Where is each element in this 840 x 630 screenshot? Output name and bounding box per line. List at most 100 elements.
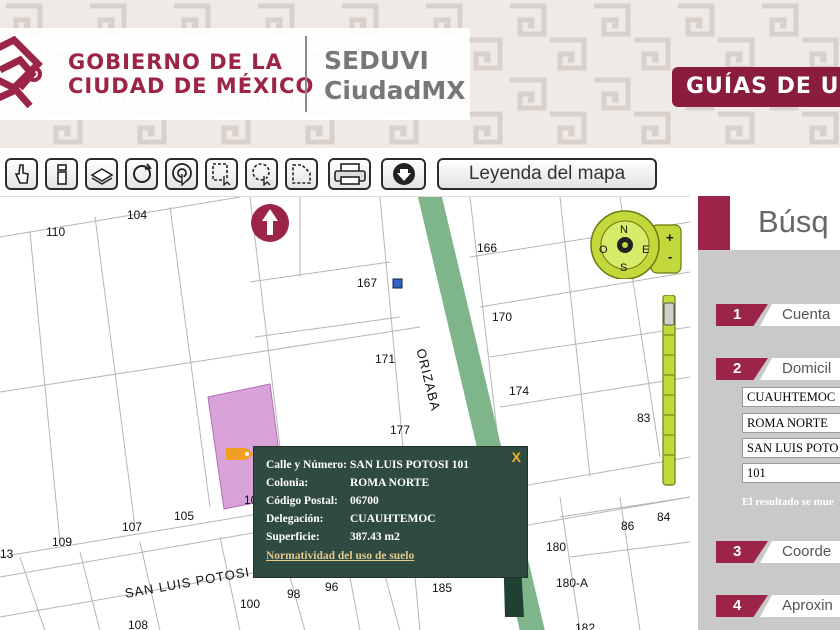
compass-west-button[interactable]: O xyxy=(599,244,608,256)
lot-number: 100 xyxy=(240,597,261,611)
compass-north-button[interactable]: N xyxy=(620,224,628,236)
refresh-tool-button[interactable] xyxy=(125,158,158,190)
search-step-account[interactable]: Cuenta 1 xyxy=(716,304,840,326)
result-note: El resultado se mue xyxy=(742,496,834,508)
lot-number: 107 xyxy=(122,520,143,534)
step-number: 2 xyxy=(716,358,768,380)
location-tag-icon xyxy=(226,448,254,460)
popup-label: Colonia: xyxy=(266,477,309,489)
popup-value: SAN LUIS POTOSI 101 xyxy=(350,459,469,471)
app-root: GOBIERNO DE LA CIUDAD DE MÉXICO SEDUVI C… xyxy=(0,0,840,630)
identify-tool-button[interactable] xyxy=(165,158,198,190)
government-name-line1: GOBIERNO DE LA xyxy=(68,50,283,74)
lot-number: 185 xyxy=(432,581,453,595)
popup-row-colonia: Colonia: ROMA NORTE xyxy=(266,477,429,489)
layers-icon xyxy=(89,168,114,185)
popup-label: Calle y Número: xyxy=(266,459,347,471)
compass-east-button[interactable]: E xyxy=(642,244,649,256)
government-name-line2: CIUDAD DE MÉXICO xyxy=(68,74,315,98)
step-number: 1 xyxy=(716,304,768,326)
step-number: 3 xyxy=(716,541,768,563)
rectangle-select-icon xyxy=(211,163,230,186)
step-label: Coorde xyxy=(760,541,840,563)
target-icon xyxy=(171,163,192,186)
step-label: Aproxin xyxy=(760,595,840,617)
popup-row-address: Calle y Número: SAN LUIS POTOSI 101 xyxy=(266,459,469,471)
zoom-slider-handle xyxy=(663,302,675,326)
lot-number: 109 xyxy=(52,535,73,549)
step-number: 4 xyxy=(716,595,768,617)
north-arrow-icon xyxy=(251,204,289,242)
search-step-coordinates[interactable]: Coorde 3 xyxy=(716,541,840,563)
popup-value: CUAUHTEMOC xyxy=(350,513,436,525)
lot-number: 174 xyxy=(509,384,530,398)
delegacion-field[interactable]: CUAUHTEMOC xyxy=(742,387,840,407)
colonia-field[interactable]: ROMA NORTE xyxy=(742,413,840,433)
site-header: GOBIERNO DE LA CIUDAD DE MÉXICO SEDUVI C… xyxy=(0,0,840,148)
info-icon xyxy=(56,164,67,185)
rectangle-select-tool-button[interactable] xyxy=(205,158,238,190)
popup-value: ROMA NORTE xyxy=(350,477,430,489)
step-label: Domicil xyxy=(760,358,840,380)
map-legend-button[interactable]: Leyenda del mapa xyxy=(437,158,657,190)
lot-number: 108 xyxy=(128,618,149,630)
panel-header-accent xyxy=(698,196,730,250)
lot-number: 84 xyxy=(657,510,671,524)
map-toolbar: Leyenda del mapa xyxy=(0,150,840,196)
panel-title: Búsq xyxy=(758,204,829,239)
polygon-select-tool-button[interactable] xyxy=(285,158,318,190)
popup-value: 387.43 m2 xyxy=(350,531,400,543)
popup-label: Superficie: xyxy=(266,531,320,543)
street-field[interactable]: SAN LUIS POTO xyxy=(742,438,840,458)
agency-name: SEDUVI xyxy=(324,46,429,75)
lot-number: 98 xyxy=(287,587,301,601)
popup-row-postal-code: Código Postal: 06700 xyxy=(266,495,379,507)
hand-pointer-icon xyxy=(14,164,29,184)
lot-number: 13 xyxy=(0,547,14,561)
land-use-regulation-link[interactable]: Normatividad del uso de suelo xyxy=(266,550,414,562)
refresh-icon xyxy=(132,163,152,183)
circle-select-icon xyxy=(251,163,270,186)
search-step-address[interactable]: Domicil 2 xyxy=(716,358,840,380)
search-step-approximate[interactable]: Aproxin 4 xyxy=(716,595,840,617)
info-tool-button[interactable] xyxy=(45,158,78,190)
pan-tool-button[interactable] xyxy=(5,158,38,190)
search-panel: Búsq Cuenta 1 Domicil 2 CUAUHTEMOC ROMA … xyxy=(698,196,840,630)
cdmx-emblem-icon xyxy=(0,35,43,109)
lot-number: 167 xyxy=(357,276,378,290)
zoom-out-button[interactable]: - xyxy=(668,249,672,264)
layers-tool-button[interactable] xyxy=(85,158,118,190)
lot-number: 182 xyxy=(575,621,596,630)
agency-subname: CiudadMX xyxy=(324,76,466,105)
number-field[interactable]: 101 xyxy=(742,463,840,483)
lot-number: 110 xyxy=(46,225,66,239)
download-arrow-icon xyxy=(392,163,415,185)
popup-row-delegacion: Delegación: CUAUHTEMOC xyxy=(266,513,436,525)
circle-select-tool-button[interactable] xyxy=(245,158,278,190)
zoom-in-button[interactable]: + xyxy=(666,230,674,245)
logo-divider xyxy=(305,36,307,112)
popup-label: Delegación: xyxy=(266,513,324,525)
lot-number: 96 xyxy=(325,580,339,594)
popup-label: Código Postal: xyxy=(266,495,338,507)
print-tool-button[interactable] xyxy=(328,158,371,190)
download-tool-button[interactable] xyxy=(381,158,426,190)
lot-number: 166 xyxy=(477,241,498,255)
printer-icon xyxy=(333,163,366,185)
popup-close-button[interactable]: X xyxy=(512,449,521,465)
lot-number: 83 xyxy=(637,411,651,425)
guias-de-uso-button[interactable]: GUÍAS DE US xyxy=(672,67,840,107)
lot-number: 104 xyxy=(127,208,148,222)
zoom-slider[interactable] xyxy=(661,295,677,487)
popup-row-surface: Superficie: 387.43 m2 xyxy=(266,531,400,543)
lot-number: 86 xyxy=(621,519,635,533)
compass-south-button[interactable]: S xyxy=(620,262,627,274)
lot-number: 180 xyxy=(546,540,567,554)
lot-number: 170 xyxy=(492,310,513,324)
popup-value: 06700 xyxy=(350,495,379,507)
lot-number: 180-A xyxy=(556,576,589,590)
lot-number: 171 xyxy=(375,352,396,366)
parcel-info-popup: X Calle y Número: SAN LUIS POTOSI 101 Col… xyxy=(253,446,528,578)
polygon-select-icon xyxy=(291,164,311,184)
step-label: Cuenta xyxy=(760,304,840,326)
